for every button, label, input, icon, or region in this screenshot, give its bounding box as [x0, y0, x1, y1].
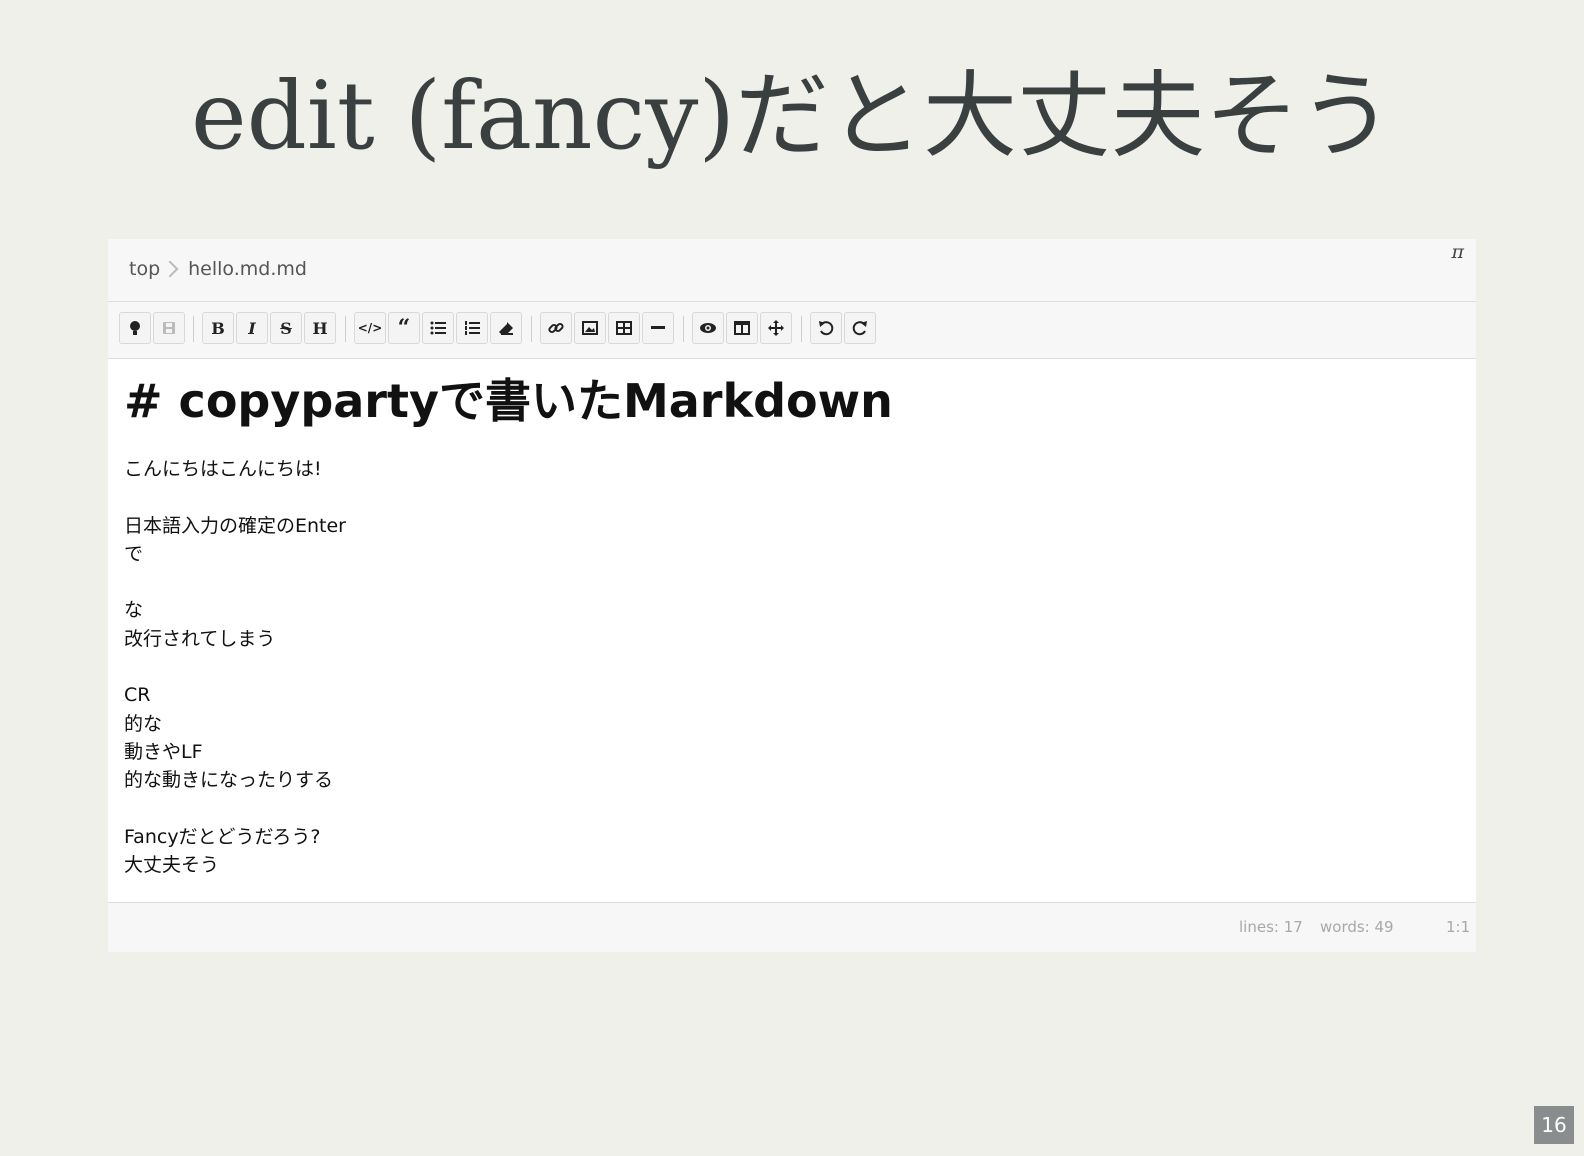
markdown-line: [124, 795, 1464, 823]
horizontal-rule-button[interactable]: [642, 312, 674, 344]
toolbar-separator: [345, 316, 346, 342]
code-button[interactable]: </>: [354, 312, 386, 344]
word-count: words: 49: [1320, 918, 1394, 936]
toolbar-separator: [801, 316, 802, 342]
image-icon: [582, 321, 598, 335]
unordered-list-icon: [430, 321, 446, 335]
slide: edit (fancy)だと大丈夫そう top hello.md.md π B …: [0, 0, 1584, 1156]
strikethrough-button[interactable]: S: [270, 312, 302, 344]
redo-icon: [852, 321, 867, 336]
heading-button[interactable]: H: [304, 312, 336, 344]
markdown-editor: top hello.md.md π B I S H </> “ # copypa…: [108, 239, 1476, 952]
breadcrumb-bar: top hello.md.md π: [108, 239, 1476, 302]
markdown-line: 日本語入力の確定のEnter: [124, 514, 346, 537]
bold-button[interactable]: B: [202, 312, 234, 344]
preview-button[interactable]: [692, 312, 724, 344]
toolbar-separator: [683, 316, 684, 342]
link-button[interactable]: [540, 312, 572, 344]
markdown-line: 大丈夫そう: [124, 854, 220, 877]
breadcrumb: top hello.md.md: [129, 258, 307, 280]
fullscreen-button[interactable]: [760, 312, 792, 344]
markdown-line: Fancyだとどうだろう?: [124, 825, 321, 848]
image-button[interactable]: [574, 312, 606, 344]
quote-button[interactable]: “: [388, 312, 420, 344]
table-button[interactable]: [608, 312, 640, 344]
chevron-right-icon: [161, 260, 179, 278]
italic-icon: I: [248, 318, 256, 338]
markdown-line: こんにちはこんにちは!: [124, 458, 322, 480]
minus-icon: [651, 326, 665, 329]
italic-button[interactable]: I: [236, 312, 268, 344]
breadcrumb-top-link[interactable]: top: [129, 258, 160, 280]
pi-icon[interactable]: π: [1452, 241, 1465, 263]
link-icon: [548, 322, 564, 334]
eye-icon: [700, 323, 716, 333]
lightbulb-icon: [130, 321, 140, 335]
undo-button[interactable]: [810, 312, 842, 344]
line-count: lines: 17: [1239, 918, 1303, 936]
move-arrows-icon: [768, 320, 784, 336]
breadcrumb-file[interactable]: hello.md.md: [188, 258, 307, 280]
editor-content[interactable]: # copypartyで書いたMarkdown こんにちはこんにちは! 日本語入力…: [124, 369, 1464, 879]
page-number-badge: 16: [1534, 1106, 1574, 1144]
markdown-line: [124, 483, 1464, 511]
markdown-line: な: [124, 599, 144, 622]
markdown-line: [124, 653, 1464, 681]
ordered-list-icon: [465, 321, 480, 335]
toolbar-separator: [531, 316, 532, 342]
markdown-body: こんにちはこんにちは! 日本語入力の確定のEnter でな改行されてしまう CR 的な動…: [124, 455, 1464, 879]
editor-toolbar: B I S H </> “: [108, 302, 1476, 359]
save-button[interactable]: [153, 312, 185, 344]
quote-icon: “: [397, 315, 411, 341]
redo-button[interactable]: [844, 312, 876, 344]
markdown-line: CR: [124, 684, 151, 707]
side-by-side-button[interactable]: [726, 312, 758, 344]
markdown-line: で: [124, 542, 144, 565]
eraser-icon: [499, 322, 513, 335]
save-icon: [163, 322, 175, 334]
undo-icon: [819, 321, 834, 336]
bold-icon: B: [211, 318, 225, 338]
markdown-line: 改行されてしまう: [124, 627, 276, 650]
columns-icon: [734, 321, 750, 335]
editor-statusbar: lines: 17 words: 49 1:1: [108, 902, 1476, 952]
markdown-line: 動きやLF: [124, 740, 203, 763]
clean-block-button[interactable]: [490, 312, 522, 344]
unordered-list-button[interactable]: [422, 312, 454, 344]
strikethrough-icon: S: [280, 318, 292, 338]
markdown-line: [124, 568, 1464, 596]
markdown-line: 的な: [124, 712, 163, 735]
cursor-position: 1:1: [1446, 918, 1471, 936]
table-icon: [616, 321, 632, 335]
slide-title: edit (fancy)だと大丈夫そう: [191, 62, 1393, 171]
hint-button[interactable]: [119, 312, 151, 344]
heading-icon: H: [312, 318, 328, 338]
ordered-list-button[interactable]: [456, 312, 488, 344]
code-icon: </>: [357, 321, 383, 335]
markdown-heading: # copypartyで書いたMarkdown: [124, 374, 893, 428]
toolbar-separator: [193, 316, 194, 342]
markdown-line: 的な動きになったりする: [124, 769, 334, 792]
